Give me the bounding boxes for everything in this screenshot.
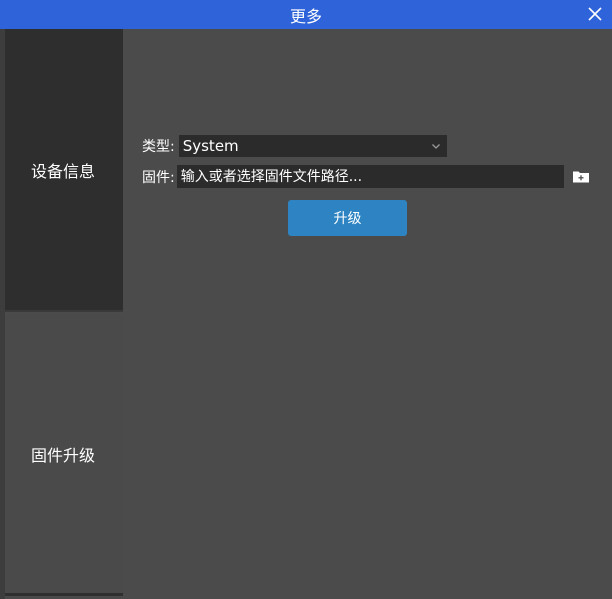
more-dialog: 更多 设备信息 固件升级 类型: System 固件: 输入或者选择固件文件路径…: [0, 0, 612, 599]
close-icon: [588, 7, 602, 21]
title-bar: 更多: [0, 0, 612, 29]
type-row: 类型: System: [142, 135, 447, 157]
tab-device-info[interactable]: 设备信息: [5, 29, 123, 312]
firmware-label: 固件:: [142, 169, 175, 186]
content-panel: 类型: System 固件: 升级: [123, 29, 612, 599]
firmware-path-input[interactable]: [176, 165, 564, 188]
sidebar: 设备信息 固件升级: [5, 29, 123, 599]
close-button[interactable]: [588, 7, 602, 21]
firmware-row: 固件:: [142, 165, 564, 188]
chevron-down-icon: [431, 144, 440, 149]
upgrade-button-label: 升级: [333, 211, 362, 227]
window-title: 更多: [289, 6, 322, 26]
tab-label: 固件升级: [31, 445, 96, 465]
browse-folder-button[interactable]: [572, 169, 590, 184]
type-select[interactable]: System: [178, 135, 447, 157]
type-label: 类型:: [142, 139, 175, 155]
tab-firmware-upgrade[interactable]: 固件升级: [5, 314, 123, 596]
type-selected-value: System: [182, 137, 239, 155]
folder-add-icon: [573, 171, 589, 183]
upgrade-button[interactable]: 升级: [288, 200, 407, 236]
tab-label: 设备信息: [31, 161, 96, 181]
